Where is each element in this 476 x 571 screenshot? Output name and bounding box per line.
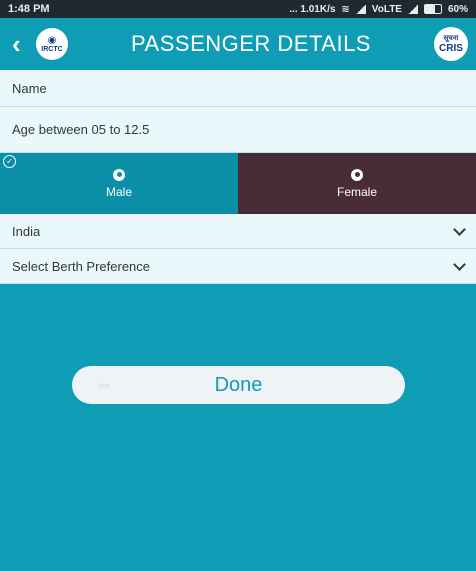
berth-preference-select[interactable]: Select Berth Preference (0, 249, 476, 284)
gender-female-option[interactable]: Female (238, 153, 476, 214)
battery-percent: 60% (447, 3, 468, 15)
status-bar: 1:48 PM ... 1.01K/s ≋ VoLTE 60% (0, 0, 476, 18)
female-label: Female (336, 184, 377, 199)
network-speed: ... 1.01K/s (289, 3, 336, 15)
checkmark-icon: ✓ (3, 155, 16, 168)
age-placeholder: Age between 05 to 12.5 (12, 122, 150, 137)
age-field[interactable]: Age between 05 to 12.5 (0, 107, 476, 153)
wifi-icon: ≋ (341, 3, 350, 15)
battery-icon (423, 4, 442, 14)
done-label: Done (214, 373, 263, 396)
arrow-icon: ⇦ (98, 376, 110, 393)
chevron-down-icon (453, 257, 466, 271)
irctc-logo: ◉ IRCTC (36, 28, 68, 60)
back-icon[interactable]: ‹ (12, 29, 30, 60)
name-placeholder: Name (12, 80, 47, 96)
nationality-value: India (12, 223, 41, 239)
network-type: VoLTE (371, 3, 402, 15)
male-icon (113, 168, 125, 181)
female-icon (351, 168, 363, 181)
status-indicators: ... 1.01K/s ≋ VoLTE 60% (289, 4, 468, 15)
signal-icon-2 (407, 4, 418, 14)
signal-icon (355, 4, 366, 14)
done-button[interactable]: ⇦ Done (72, 366, 405, 404)
nationality-select[interactable]: India (0, 214, 476, 249)
gender-toggle: ✓ Male Female (0, 153, 476, 214)
status-time: 1:48 PM (8, 3, 50, 15)
cris-logo: सूचना CRIS (434, 27, 468, 61)
male-label: Male (105, 184, 132, 199)
name-field[interactable]: Name (0, 70, 476, 107)
gender-male-option[interactable]: Male (0, 153, 238, 214)
chevron-down-icon (453, 222, 466, 236)
page-title: PASSENGER DETAILS (131, 31, 371, 56)
app-bar: ‹ ◉ IRCTC PASSENGER DETAILS सूचना CRIS (0, 18, 476, 70)
logo-mark-icon: ◉ (47, 35, 57, 46)
berth-placeholder: Select Berth Preference (12, 258, 151, 274)
